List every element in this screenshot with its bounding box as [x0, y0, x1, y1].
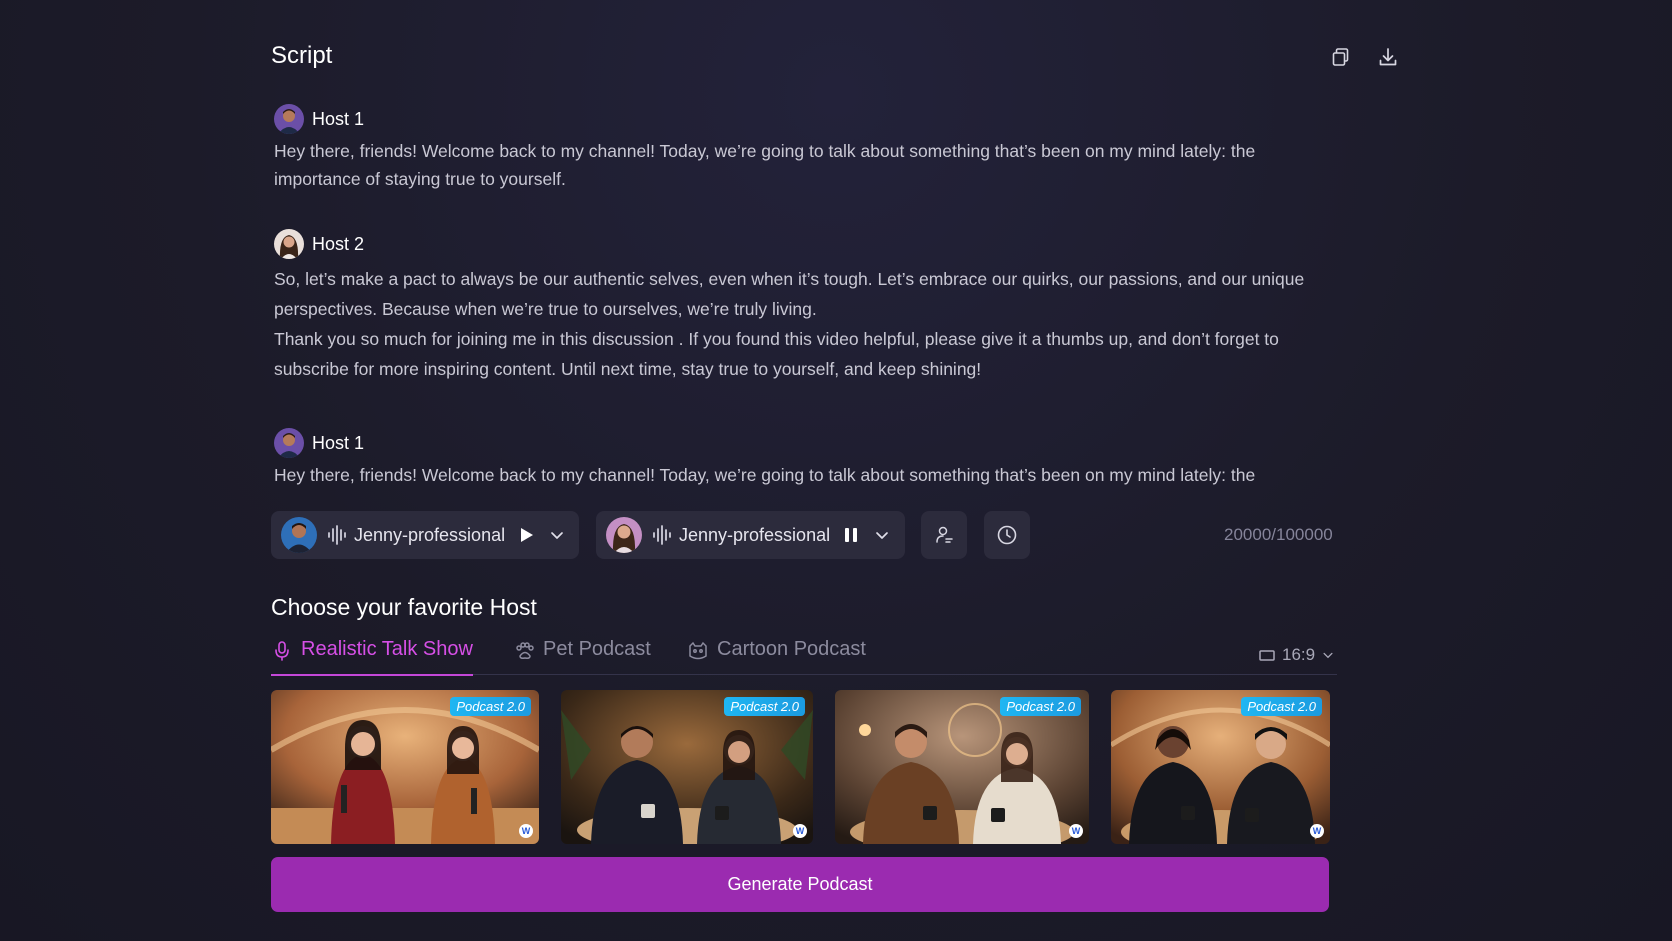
waveform-icon [328, 525, 346, 545]
person-voice-icon [936, 526, 953, 543]
speaker-name: Host 1 [312, 432, 365, 453]
speaker-name: Host 2 [312, 233, 365, 254]
cartoon-icon [689, 641, 707, 660]
speaker-host-2: Host 2 [274, 229, 364, 259]
voice-selector-host-2[interactable]: Jenny-professional [596, 511, 905, 559]
tab-realistic-talk-show[interactable]: Realistic Talk Show [271, 638, 473, 676]
script-line: So, let’s make a pact to always be our a… [274, 269, 1305, 319]
section-title: Choose your favorite Host [271, 594, 537, 620]
male-avatar [274, 428, 304, 458]
host-template-card[interactable]: Podcast 2.0 W [1111, 690, 1330, 844]
tab-label: Cartoon Podcast [717, 638, 866, 660]
script-paragraph[interactable]: So, let’s make a pact to always be our a… [274, 264, 1340, 384]
female-avatar [274, 229, 304, 259]
podcast-version-badge: Podcast 2.0 [1241, 697, 1322, 716]
watermark-icon: W [519, 824, 533, 838]
host-template-card[interactable]: Podcast 2.0 W [835, 690, 1089, 844]
script-line: Hey there, friends! Welcome back to my c… [274, 465, 1256, 485]
script-line: Thank you so much for joining me in this… [274, 329, 1279, 379]
male-avatar [274, 104, 304, 134]
aspect-ratio-dropdown[interactable]: 16:9 [1258, 645, 1335, 665]
script-paragraph[interactable]: Hey there, friends! Welcome back to my c… [274, 137, 1340, 193]
watermark-icon: W [1310, 824, 1324, 838]
host-category-tabs: Realistic Talk Show Pet Podcast Cartoon … [271, 638, 1337, 676]
speaker-host-1: Host 1 [274, 104, 364, 134]
podcast-version-badge: Podcast 2.0 [724, 697, 805, 716]
male-avatar [281, 517, 317, 553]
voice-settings-button[interactable] [921, 511, 967, 559]
aspect-ratio-icon [1259, 650, 1275, 661]
host-template-card[interactable]: Podcast 2.0 W [561, 690, 813, 844]
waveform-icon [653, 525, 671, 545]
script-title: Script [271, 42, 333, 69]
pause-icon[interactable] [842, 526, 860, 544]
chevron-down-icon[interactable] [549, 527, 565, 543]
podcast-version-badge: Podcast 2.0 [450, 697, 531, 716]
script-line: Hey there, friends! Welcome back to my c… [274, 141, 1256, 189]
speaker-host-1: Host 1 [274, 428, 364, 458]
copy-icon[interactable] [1329, 45, 1353, 69]
voice-name: Jenny-professional [679, 524, 831, 545]
tab-label: Pet Podcast [543, 638, 651, 660]
aspect-ratio-value: 16:9 [1282, 645, 1316, 664]
watermark-icon: W [793, 824, 807, 838]
generate-podcast-button[interactable]: Generate Podcast [271, 857, 1329, 912]
chevron-down-icon[interactable] [874, 527, 890, 543]
microphone-icon [275, 641, 289, 661]
tab-cartoon-podcast[interactable]: Cartoon Podcast [687, 638, 866, 675]
timer-button[interactable] [984, 511, 1030, 559]
play-icon[interactable] [517, 526, 535, 544]
paw-icon [516, 642, 534, 659]
tab-pet-podcast[interactable]: Pet Podcast [513, 638, 651, 675]
clock-icon [997, 525, 1017, 545]
character-count: 20000/100000 [1224, 525, 1333, 544]
female-avatar [606, 517, 642, 553]
podcast-version-badge: Podcast 2.0 [1000, 697, 1081, 716]
script-paragraph[interactable]: Hey there, friends! Welcome back to my c… [274, 461, 1340, 489]
voice-name: Jenny-professional [354, 524, 506, 545]
host-template-card[interactable]: Podcast 2.0 W [271, 690, 539, 844]
chevron-down-icon [1323, 652, 1333, 659]
watermark-icon: W [1069, 824, 1083, 838]
speaker-name: Host 1 [312, 108, 365, 129]
download-icon[interactable] [1376, 45, 1400, 69]
voice-selector-host-1[interactable]: Jenny-professional [271, 511, 579, 559]
tab-label: Realistic Talk Show [301, 638, 473, 660]
script-editor[interactable]: Host 1 Hey there, friends! Welcome back … [274, 100, 1340, 495]
